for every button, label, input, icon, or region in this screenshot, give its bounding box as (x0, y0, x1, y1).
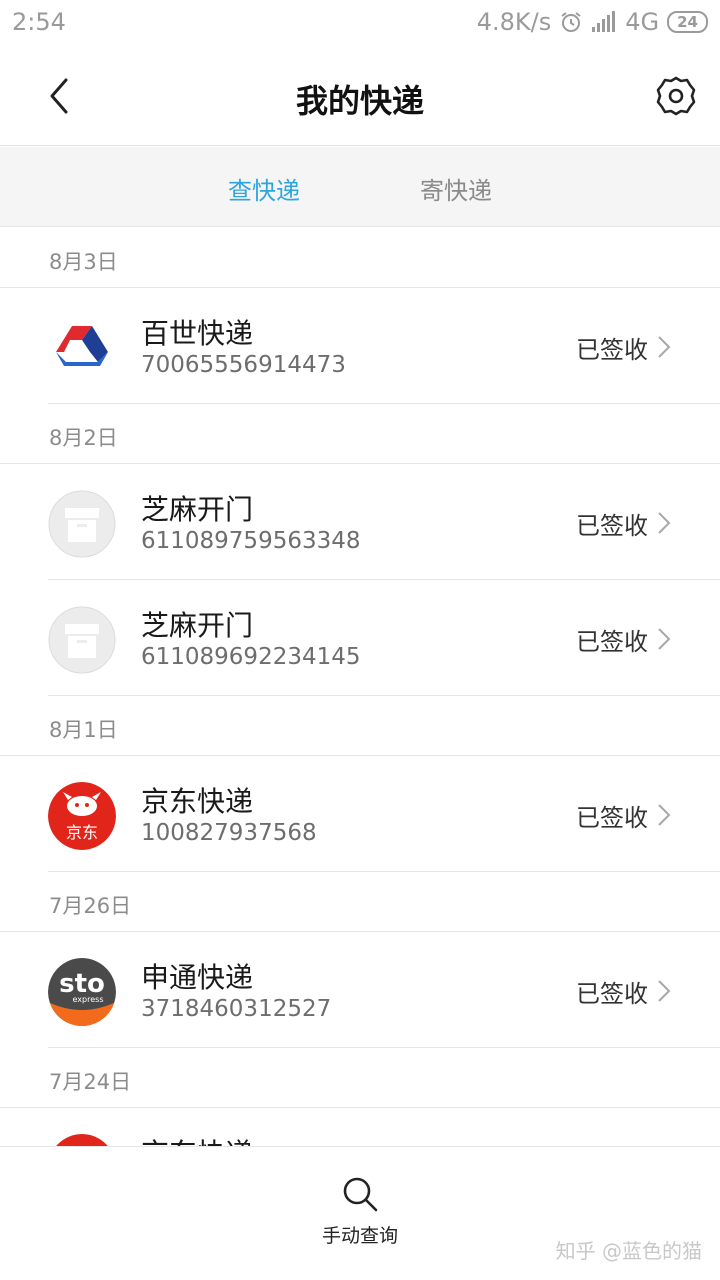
tab-bar: 查快递 寄快递 (0, 147, 720, 227)
courier-name: 芝麻开门 (141, 609, 254, 642)
jd-logo-text: 京东 (66, 823, 98, 842)
tab-send-express[interactable]: 寄快递 (420, 171, 492, 206)
express-list: 8月3日 百世快递 70065556914473 已签收 8月2日 芝麻开门 6… (0, 228, 720, 1146)
status-text: 已签收 (576, 512, 648, 540)
title-bar: 我的快递 (0, 48, 720, 146)
courier-name: 京东快递 (141, 785, 254, 818)
courier-name: 芝麻开门 (141, 493, 254, 526)
date-header: 8月2日 (0, 404, 720, 464)
date-header: 7月24日 (0, 1048, 720, 1108)
alarm-icon (561, 12, 581, 32)
list-item[interactable]: 京东快递 (48, 1108, 720, 1146)
date-header: 8月1日 (0, 696, 720, 756)
package-box-icon (48, 606, 116, 674)
list-item[interactable]: 芝麻开门 611089759563348 已签收 (48, 464, 720, 580)
list-item[interactable]: sto express 申通快递 3718460312527 已签收 (48, 932, 720, 1048)
status-text: 已签收 (576, 336, 648, 364)
watermark: 知乎 @蓝色的猫 (555, 1239, 702, 1263)
bottom-bar: 手动查询 知乎 @蓝色的猫 (0, 1146, 720, 1280)
tracking-number: 611089759563348 (141, 528, 361, 554)
list-item[interactable]: 芝麻开门 611089692234145 已签收 (48, 580, 720, 696)
tracking-number: 100827937568 (141, 820, 317, 846)
chevron-right-icon (658, 980, 671, 1002)
tracking-number: 611089692234145 (141, 644, 361, 670)
signal-icon (592, 11, 616, 32)
package-box-icon (48, 490, 116, 558)
status-text: 已签收 (576, 804, 648, 832)
tab-query-express[interactable]: 查快递 (228, 171, 300, 206)
sto-logo-subtext: express (73, 995, 104, 1004)
tracking-number: 3718460312527 (141, 996, 332, 1022)
battery-indicator: 24 (667, 11, 708, 33)
sto-logo: sto express (48, 958, 116, 1026)
chevron-right-icon (658, 628, 671, 650)
courier-name: 京东快递 (141, 1132, 253, 1146)
gear-icon (656, 76, 696, 116)
settings-button[interactable] (654, 74, 698, 118)
jd-logo: 京东 (48, 782, 116, 850)
status-bar: 2:54 4.8K/s 4G 24 (0, 0, 720, 48)
status-text: 已签收 (576, 980, 648, 1008)
chevron-right-icon (658, 336, 671, 358)
best-express-logo (48, 314, 116, 382)
manual-query-label: 手动查询 (321, 1225, 398, 1247)
date-header: 7月26日 (0, 872, 720, 932)
courier-name: 百世快递 (141, 317, 254, 350)
network-type: 4G (625, 8, 660, 36)
network-speed: 4.8K/s (476, 8, 552, 36)
jd-logo (48, 1134, 116, 1146)
chevron-right-icon (658, 512, 671, 534)
courier-name: 申通快递 (141, 961, 254, 994)
page-title: 我的快递 (295, 82, 424, 120)
date-header: 8月3日 (0, 228, 720, 288)
search-icon (343, 1177, 378, 1212)
status-text: 已签收 (576, 628, 648, 656)
list-item[interactable]: 京东 京东快递 100827937568 已签收 (48, 756, 720, 872)
list-item[interactable]: 百世快递 70065556914473 已签收 (48, 288, 720, 404)
tracking-number: 70065556914473 (141, 352, 346, 378)
manual-query-button[interactable]: 手动查询 (310, 1175, 410, 1255)
status-time: 2:54 (12, 8, 66, 36)
chevron-right-icon (658, 804, 671, 826)
